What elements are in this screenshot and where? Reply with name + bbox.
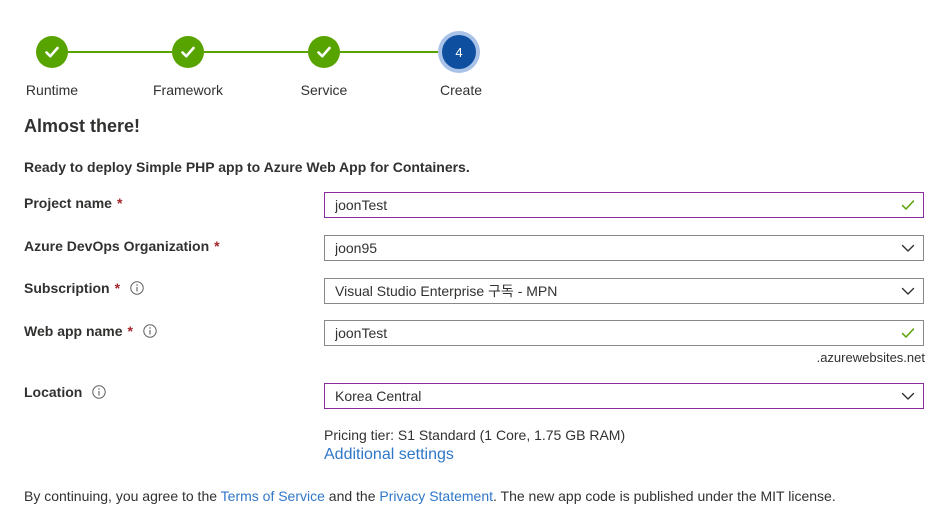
- step-label-service: Service: [300, 82, 348, 98]
- footer-suffix: . The new app code is published under th…: [493, 488, 836, 504]
- required-marker: *: [114, 280, 121, 296]
- stepper: 4 Runtime Framework Service Create: [0, 0, 940, 110]
- subscription-dropdown[interactable]: Visual Studio Enterprise 구독 - MPN: [324, 278, 924, 304]
- terms-of-service-link[interactable]: Terms of Service: [221, 488, 325, 504]
- required-marker: *: [116, 195, 123, 211]
- additional-settings-link[interactable]: Additional settings: [324, 446, 454, 464]
- footer-middle: and the: [324, 488, 380, 504]
- step-number: 4: [442, 35, 476, 69]
- checkmark-icon: [317, 46, 331, 58]
- project-name-value: joonTest: [335, 197, 388, 213]
- label-text: Web app name: [24, 323, 123, 339]
- location-dropdown[interactable]: Korea Central: [324, 383, 924, 409]
- step-label-create: Create: [439, 82, 483, 98]
- location-label: Location: [24, 384, 107, 400]
- checkmark-icon: [893, 321, 923, 345]
- domain-suffix: .azurewebsites.net: [816, 350, 925, 365]
- chevron-down-icon: [893, 384, 923, 408]
- organization-dropdown[interactable]: joon95: [324, 235, 924, 261]
- label-text: Project name: [24, 195, 112, 211]
- page-title: Almost there!: [24, 116, 141, 136]
- checkmark-icon: [181, 46, 195, 58]
- required-marker: *: [127, 323, 133, 339]
- organization-label: Azure DevOps Organization *: [24, 238, 220, 254]
- project-name-label: Project name *: [24, 195, 122, 211]
- project-name-input[interactable]: joonTest: [324, 192, 924, 218]
- label-text: Subscription: [24, 280, 110, 296]
- required-marker: *: [214, 238, 220, 254]
- info-icon[interactable]: [130, 281, 144, 295]
- subscription-value: Visual Studio Enterprise 구독 - MPN: [335, 283, 558, 299]
- step-service-complete[interactable]: [308, 36, 340, 68]
- label-text: Location: [24, 384, 83, 400]
- step-connector: [340, 51, 440, 53]
- step-label-framework: Framework: [152, 82, 224, 98]
- pricing-tier-text: Pricing tier: S1 Standard (1 Core, 1.75 …: [324, 427, 626, 443]
- checkmark-icon: [893, 193, 923, 217]
- intro-text: Ready to deploy Simple PHP app to Azure …: [24, 159, 470, 175]
- location-value: Korea Central: [335, 388, 422, 404]
- privacy-statement-link[interactable]: Privacy Statement: [379, 488, 493, 504]
- checkmark-icon: [45, 46, 59, 58]
- footer-text: By continuing, you agree to the Terms of…: [24, 488, 836, 504]
- step-framework-complete[interactable]: [172, 36, 204, 68]
- subscription-label: Subscription *: [24, 280, 144, 296]
- info-icon[interactable]: [92, 385, 107, 399]
- chevron-down-icon: [893, 279, 923, 303]
- label-text: Azure DevOps Organization: [24, 238, 210, 254]
- web-app-name-label: Web app name *: [24, 323, 157, 339]
- footer-prefix: By continuing, you agree to the: [24, 488, 221, 504]
- web-app-name-input[interactable]: joonTest: [324, 320, 924, 346]
- step-connector: [204, 51, 308, 53]
- web-app-name-value: joonTest: [335, 325, 388, 341]
- step-runtime-complete[interactable]: [36, 36, 68, 68]
- step-create-current: 4: [438, 31, 480, 73]
- organization-value: joon95: [335, 240, 378, 256]
- chevron-down-icon: [893, 236, 923, 260]
- info-icon[interactable]: [143, 324, 157, 338]
- step-label-runtime: Runtime: [25, 82, 79, 98]
- step-connector: [68, 51, 172, 53]
